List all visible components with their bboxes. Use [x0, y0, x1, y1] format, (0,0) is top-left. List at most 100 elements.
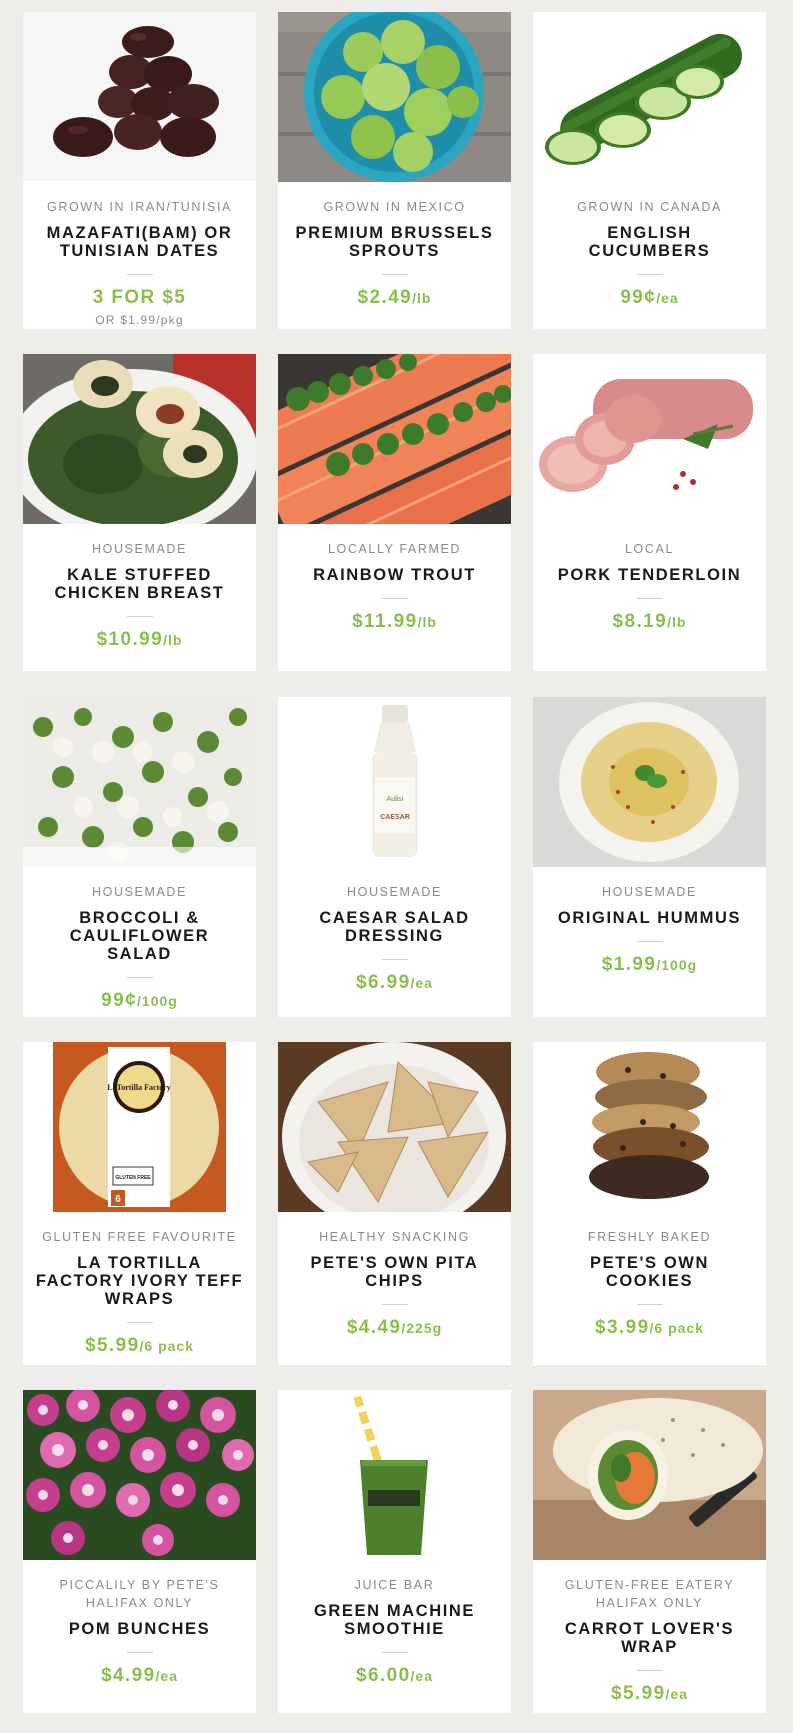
product-card[interactable]: HOUSEMADE ORIGINAL HUMMUS $1.99/100g — [533, 697, 766, 1017]
flowers-image[interactable] — [23, 1390, 256, 1560]
product-title[interactable]: BROCCOLI & CAULIFLOWER SALAD — [23, 909, 256, 963]
product-title[interactable]: PREMIUM BRUSSELS SPROUTS — [278, 224, 511, 260]
dressing-bottle-image[interactable]: Aulisi CAESAR — [278, 697, 511, 867]
price-value: $6.00 — [355, 1665, 411, 1686]
wrap-image[interactable] — [533, 1390, 766, 1560]
product-title[interactable]: PETE'S OWN PITA CHIPS — [278, 1254, 511, 1290]
product-card[interactable]: GROWN IN IRAN/TUNISIA MAZAFATI(BAM) OR T… — [23, 12, 256, 329]
smoothie-image[interactable] — [278, 1390, 511, 1560]
product-card[interactable]: HOUSEMADE KALE STUFFED CHICKEN BREAST $1… — [23, 354, 256, 671]
price-value: $6.99 — [355, 972, 411, 993]
cookies-image[interactable] — [533, 1042, 766, 1212]
price-unit: /6 pack — [649, 1320, 705, 1336]
product-price: $6.00/ea — [278, 1665, 511, 1687]
price-value: $11.99 — [352, 611, 418, 632]
divider — [381, 598, 408, 599]
price-value: $8.19 — [612, 611, 668, 632]
product-title[interactable]: MAZAFATI(BAM) OR TUNISIAN DATES — [23, 224, 256, 260]
divider — [636, 598, 663, 599]
product-title[interactable]: ORIGINAL HUMMUS — [533, 909, 766, 927]
product-price: $4.99/ea — [23, 1665, 256, 1687]
product-card[interactable]: PICCALILY BY PETE'S HALIFAX ONLY POM BUN… — [23, 1390, 256, 1713]
price-value: $2.49 — [357, 287, 413, 308]
product-title[interactable]: RAINBOW TROUT — [278, 566, 511, 584]
product-title[interactable]: ENGLISH CUCUMBERS — [533, 224, 766, 260]
product-price: $5.99/6 pack — [23, 1335, 256, 1357]
price-value: 3 FOR $5 — [92, 287, 187, 308]
product-card[interactable]: HOUSEMADE BROCCOLI & CAULIFLOWER SALAD 9… — [23, 697, 256, 1017]
product-price: 3 FOR $5 — [23, 287, 256, 309]
price-value: $5.99 — [84, 1335, 140, 1356]
product-origin: HOUSEMADE — [347, 885, 442, 899]
product-card[interactable]: FRESHLY BAKED PETE'S OWN COOKIES $3.99/6… — [533, 1042, 766, 1365]
product-price: $4.49/225g — [278, 1317, 511, 1339]
price-unit: /lb — [412, 290, 432, 306]
price-unit: /lb — [163, 632, 183, 648]
product-title[interactable]: PETE'S OWN COOKIES — [533, 1254, 766, 1290]
dates-image[interactable] — [23, 12, 256, 182]
product-card[interactable]: LaTortilla Factory GLUTEN FREE 6 GLUTEN … — [23, 1042, 256, 1365]
price-unit: /ea — [410, 1668, 433, 1684]
price-value: 99¢ — [101, 990, 138, 1011]
divider — [636, 941, 663, 942]
product-card[interactable]: LOCAL PORK TENDERLOIN $8.19/lb — [533, 354, 766, 671]
divider — [381, 1652, 408, 1653]
product-price: $10.99/lb — [23, 629, 256, 651]
product-price: 99¢/ea — [533, 287, 766, 309]
divider — [126, 1322, 153, 1323]
product-origin: FRESHLY BAKED — [587, 1230, 712, 1244]
price-unit: /100g — [137, 993, 178, 1009]
product-price: $8.19/lb — [533, 611, 766, 633]
pita-chips-image[interactable] — [278, 1042, 511, 1212]
product-price: $6.99/ea — [278, 972, 511, 994]
tortilla-package-image[interactable]: LaTortilla Factory GLUTEN FREE 6 — [23, 1042, 256, 1212]
brussels-sprouts-image[interactable] — [278, 12, 511, 182]
divider — [636, 1304, 663, 1305]
product-title[interactable]: PORK TENDERLOIN — [533, 566, 766, 584]
product-price: $3.99/6 pack — [533, 1317, 766, 1339]
pork-image[interactable] — [533, 354, 766, 524]
product-card[interactable]: GLUTEN-FREE EATERY HALIFAX ONLY CARROT L… — [533, 1390, 766, 1713]
divider — [381, 1304, 408, 1305]
product-title[interactable]: KALE STUFFED CHICKEN BREAST — [23, 566, 256, 602]
product-origin: HEALTHY SNACKING — [319, 1230, 470, 1244]
product-card[interactable]: GROWN IN CANADA ENGLISH CUCUMBERS 99¢/ea — [533, 12, 766, 329]
price-unit: /ea — [656, 290, 679, 306]
price-value: $10.99 — [96, 629, 164, 650]
divider — [381, 274, 408, 275]
product-title[interactable]: GREEN MACHINE SMOOTHIE — [278, 1602, 511, 1638]
price-unit: /6 pack — [139, 1338, 195, 1354]
cucumbers-image[interactable] — [533, 12, 766, 182]
price-value: $5.99 — [610, 1683, 666, 1704]
product-title[interactable]: CARROT LOVER'S WRAP — [533, 1620, 766, 1656]
divider — [126, 977, 153, 978]
dressing-label: CAESAR — [380, 814, 410, 821]
product-title[interactable]: POM BUNCHES — [23, 1620, 256, 1638]
price-value: $4.49 — [346, 1317, 402, 1338]
product-card[interactable]: JUICE BAR GREEN MACHINE SMOOTHIE $6.00/e… — [278, 1390, 511, 1713]
svg-text:Aulisi: Aulisi — [387, 796, 404, 803]
product-card[interactable]: HEALTHY SNACKING PETE'S OWN PITA CHIPS $… — [278, 1042, 511, 1365]
salad-image[interactable] — [23, 697, 256, 867]
pack-count: 6 — [115, 1194, 121, 1205]
product-card[interactable]: LOCALLY FARMED RAINBOW TROUT $11.99/lb — [278, 354, 511, 671]
product-price: $11.99/lb — [278, 611, 511, 633]
product-price: $2.49/lb — [278, 287, 511, 309]
product-origin: HOUSEMADE — [92, 885, 187, 899]
product-origin: JUICE BAR — [354, 1578, 435, 1592]
gluten-free-badge: GLUTEN FREE — [115, 1175, 151, 1181]
product-origin: GROWN IN IRAN/TUNISIA — [47, 200, 232, 214]
product-card[interactable]: Aulisi CAESAR HOUSEMADE CAESAR SALAD DRE… — [278, 697, 511, 1017]
hummus-image[interactable] — [533, 697, 766, 867]
price-unit: /ea — [665, 1686, 688, 1702]
product-title[interactable]: CAESAR SALAD DRESSING — [278, 909, 511, 945]
price-value: $1.99 — [601, 954, 657, 975]
price-unit: /lb — [667, 614, 687, 630]
product-title[interactable]: LA TORTILLA FACTORY IVORY TEFF WRAPS — [23, 1254, 256, 1308]
stuffed-chicken-image[interactable] — [23, 354, 256, 524]
product-card[interactable]: GROWN IN MEXICO PREMIUM BRUSSELS SPROUTS… — [278, 12, 511, 329]
product-price: $1.99/100g — [533, 954, 766, 976]
trout-image[interactable] — [278, 354, 511, 524]
price-unit: /ea — [410, 975, 433, 991]
price-value: $4.99 — [100, 1665, 156, 1686]
